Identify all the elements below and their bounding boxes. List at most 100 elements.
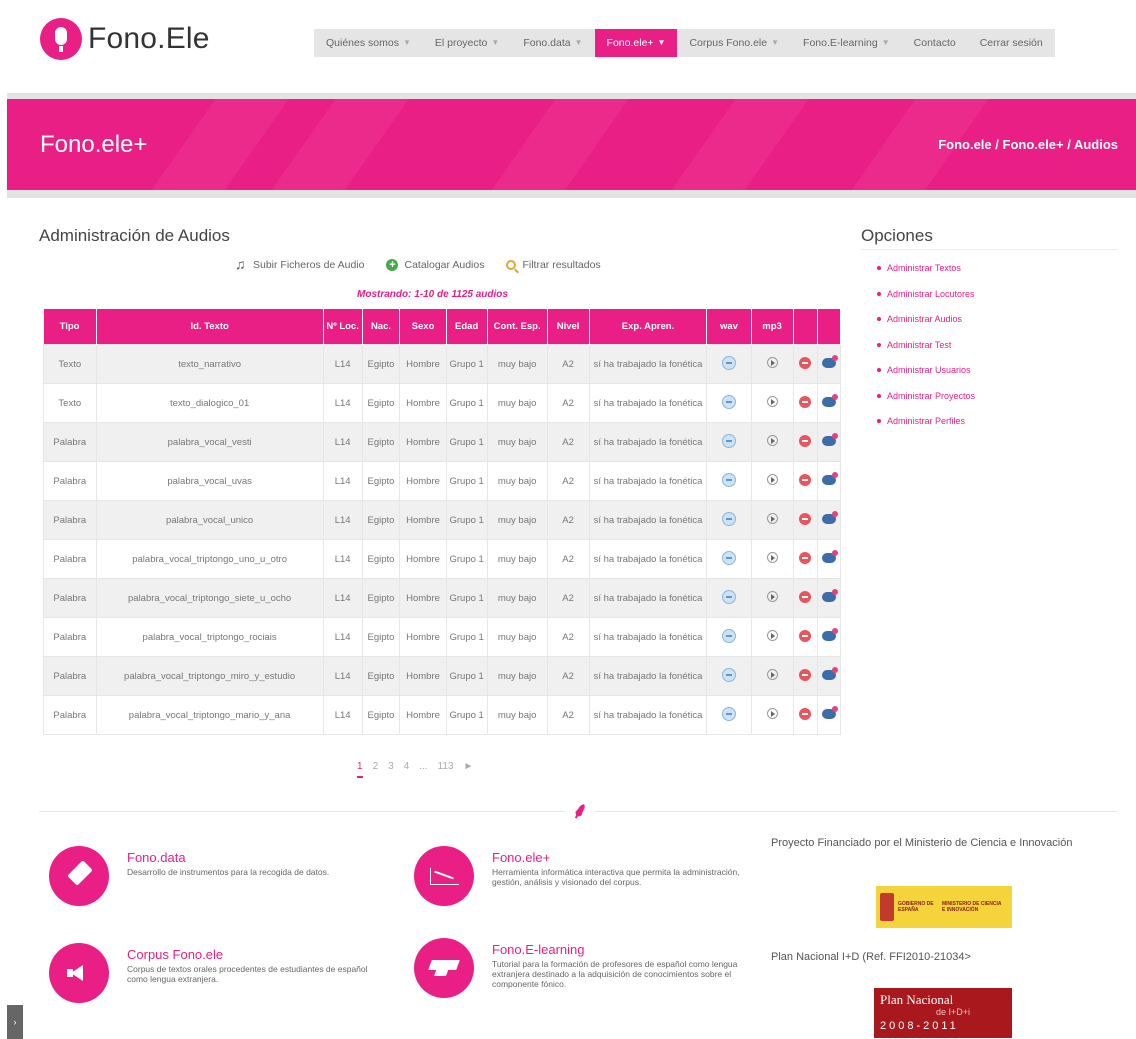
delete-icon[interactable] xyxy=(799,668,812,681)
feature-corpus-fono-ele[interactable]: Corpus Fono.ele Corpus de textos orales … xyxy=(49,943,379,1003)
plan-logo-line2: de I+D+i xyxy=(936,1007,971,1017)
edit-icon[interactable] xyxy=(821,705,838,719)
page-link[interactable]: 4 xyxy=(404,761,410,778)
plan-nacional-logo[interactable]: Plan Nacional de I+D+i 2008-2011 xyxy=(874,988,1012,1038)
delete-icon[interactable] xyxy=(799,356,812,369)
sidebar-option[interactable]: Administrar Test xyxy=(877,340,975,366)
nav-item-5[interactable]: Fono.E-learning ▼ xyxy=(791,29,902,57)
nav-item-6[interactable]: Contacto xyxy=(902,29,968,57)
feature-title[interactable]: Corpus Fono.ele xyxy=(127,947,379,962)
nav-item-label: Fono.data xyxy=(523,37,571,49)
page-link[interactable]: 3 xyxy=(388,761,394,778)
delete-icon[interactable] xyxy=(799,473,812,486)
feature-fono-data[interactable]: Fono.data Desarrollo de instrumentos par… xyxy=(49,846,379,906)
nav-item-1[interactable]: El proyecto ▼ xyxy=(423,29,511,57)
table-cell: L14 xyxy=(322,461,363,501)
nav-item-label: Quiénes somos xyxy=(326,37,399,49)
sidebar-option[interactable]: Administrar Textos xyxy=(877,263,975,289)
table-cell: Palabra xyxy=(43,578,97,618)
delete-icon[interactable] xyxy=(799,590,812,603)
nav-item-3[interactable]: Fono.ele+ ▼ xyxy=(594,29,678,57)
play-wav-icon[interactable] xyxy=(721,550,736,565)
delete-icon[interactable] xyxy=(799,629,812,642)
table-cell: Hombre xyxy=(399,422,447,462)
delete-icon[interactable] xyxy=(799,551,812,564)
delete-icon[interactable] xyxy=(799,434,812,447)
play-mp3-icon[interactable] xyxy=(766,396,778,407)
play-wav-icon[interactable] xyxy=(721,433,736,448)
nav-item-7[interactable]: Cerrar sesión xyxy=(968,29,1055,57)
sidebar-option[interactable]: Administrar Audios xyxy=(877,314,975,340)
table-action-cell xyxy=(706,422,752,462)
table-cell: muy bajo xyxy=(486,461,548,501)
play-wav-icon[interactable] xyxy=(721,394,736,409)
feature-description: Corpus de textos orales procedentes de e… xyxy=(127,964,368,984)
column-header: wav xyxy=(706,309,752,345)
play-wav-icon[interactable] xyxy=(721,667,736,682)
sidebar-option[interactable]: Administrar Usuarios xyxy=(877,365,975,391)
main-nav: Quiénes somos ▼ El proyecto ▼ Fono.data ▼ Fono… xyxy=(314,29,1055,57)
play-mp3-icon[interactable] xyxy=(766,630,778,641)
action-bar: Subir Ficheros de Audio + Catalogar Audi… xyxy=(235,256,601,272)
feature-fono-e-learning[interactable]: Fono.E-learning Tutorial para la formaci… xyxy=(414,938,754,998)
nav-item-4[interactable]: Corpus Fono.ele ▼ xyxy=(677,29,791,57)
table-cell: muy bajo xyxy=(486,344,548,384)
play-mp3-icon[interactable] xyxy=(766,435,778,446)
chevron-down-icon: ▼ xyxy=(881,38,890,47)
upload-audio-button[interactable]: Subir Ficheros de Audio xyxy=(235,256,364,272)
edit-icon[interactable] xyxy=(821,354,838,368)
table-action-cell xyxy=(816,656,842,696)
play-mp3-icon[interactable] xyxy=(766,591,778,602)
page-link[interactable]: 2 xyxy=(373,761,379,778)
play-wav-icon[interactable] xyxy=(721,472,736,487)
table-cell: A2 xyxy=(546,500,590,540)
play-wav-icon[interactable] xyxy=(721,511,736,526)
play-mp3-icon[interactable] xyxy=(766,513,778,524)
edit-icon[interactable] xyxy=(821,627,838,641)
catalog-audio-button[interactable]: + Catalogar Audios xyxy=(386,259,484,271)
breadcrumb-item-fono-ele-plus[interactable]: Fono.ele+ xyxy=(1003,137,1064,152)
table-action-cell xyxy=(706,344,752,384)
sidebar-option[interactable]: Administrar Locutores xyxy=(877,289,975,315)
breadcrumb-item-fono-ele[interactable]: Fono.ele xyxy=(938,137,991,152)
column-header: Edad xyxy=(446,309,488,345)
side-panel-toggle[interactable]: › xyxy=(7,1005,23,1039)
sidebar-option[interactable]: Administrar Proyectos xyxy=(877,391,975,417)
bullet-icon xyxy=(877,393,881,398)
delete-icon[interactable] xyxy=(799,707,812,720)
edit-icon[interactable] xyxy=(821,588,838,602)
edit-icon[interactable] xyxy=(821,393,838,407)
filter-results-button[interactable]: Filtrar resultados xyxy=(506,259,601,271)
delete-icon[interactable] xyxy=(799,512,812,525)
edit-icon[interactable] xyxy=(821,471,838,485)
table-cell: L14 xyxy=(322,617,363,657)
delete-icon[interactable] xyxy=(799,395,812,408)
government-logo[interactable]: GOBIERNO DE ESPAÑA MINISTERIO DE CIENCIA… xyxy=(876,886,1012,928)
nav-item-0[interactable]: Quiénes somos ▼ xyxy=(314,29,423,57)
edit-icon[interactable] xyxy=(821,432,838,446)
play-wav-icon[interactable] xyxy=(721,589,736,604)
edit-icon[interactable] xyxy=(821,666,838,680)
site-logo[interactable]: Fono.Ele xyxy=(40,18,210,60)
play-mp3-icon[interactable] xyxy=(766,474,778,485)
play-wav-icon[interactable] xyxy=(721,706,736,721)
sidebar-option[interactable]: Administrar Perfiles xyxy=(877,416,975,442)
column-header xyxy=(817,309,842,345)
edit-icon[interactable] xyxy=(821,510,838,524)
play-wav-icon[interactable] xyxy=(721,628,736,643)
play-mp3-icon[interactable] xyxy=(766,357,778,368)
play-mp3-icon[interactable] xyxy=(766,708,778,719)
nav-item-2[interactable]: Fono.data ▼ xyxy=(511,29,594,57)
play-mp3-icon[interactable] xyxy=(766,552,778,563)
feature-title[interactable]: Fono.E-learning xyxy=(492,942,754,957)
page-link[interactable]: 1 xyxy=(357,761,363,778)
play-wav-icon[interactable] xyxy=(721,355,736,370)
feature-title[interactable]: Fono.ele+ xyxy=(492,850,754,865)
edit-icon[interactable] xyxy=(821,549,838,563)
feature-title[interactable]: Fono.data xyxy=(127,850,329,865)
feature-fono-ele-plus[interactable]: Fono.ele+ Herramienta informática intera… xyxy=(414,846,754,906)
table-cell: Palabra xyxy=(43,539,97,579)
play-mp3-icon[interactable] xyxy=(766,669,778,680)
page-link[interactable]: 113 xyxy=(438,761,454,778)
next-page-icon[interactable]: ► xyxy=(464,761,474,778)
